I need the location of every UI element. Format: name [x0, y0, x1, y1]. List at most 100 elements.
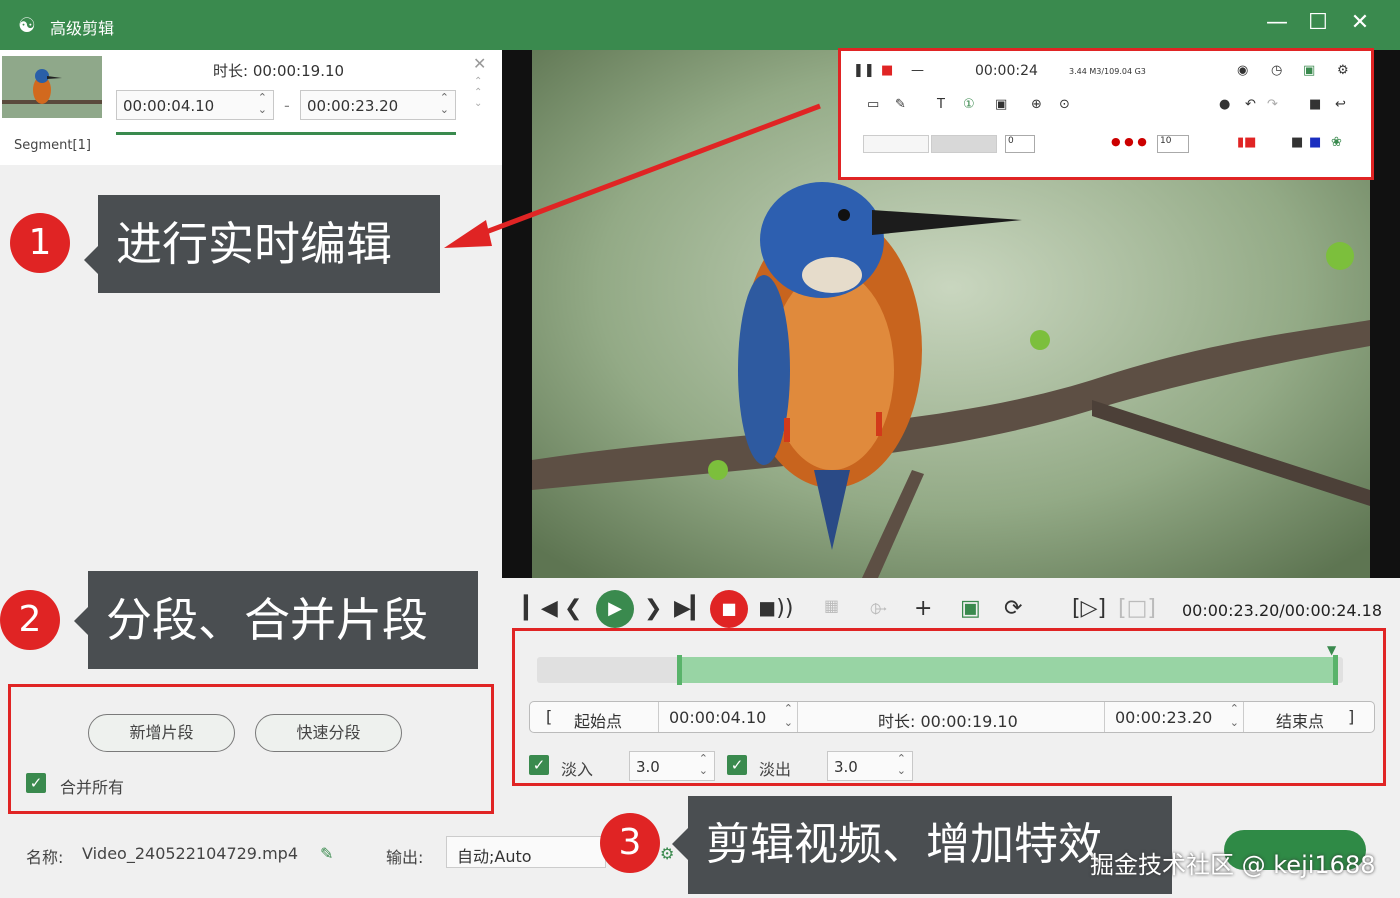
edit-name-icon[interactable]: ✎ [320, 844, 333, 863]
end-time-field[interactable]: 00:00:23.20 ⌃ ⌄ [1104, 702, 1244, 732]
redo-icon[interactable]: ↷ [1267, 97, 1278, 112]
eraser-icon[interactable]: ● [1219, 97, 1230, 112]
stop-button[interactable]: ■ [710, 590, 748, 628]
next-frame-icon[interactable]: ❯ [644, 596, 662, 621]
spinner-arrows-icon[interactable]: ⌃ ⌄ [699, 753, 708, 777]
fade-in-field[interactable]: 3.0 ⌃ ⌄ [629, 751, 715, 781]
fade-out-checkbox[interactable]: ✓ [727, 755, 747, 775]
set-start-button[interactable]: 起始点 [574, 708, 622, 732]
toolbox-icon[interactable]: ▣ [1303, 63, 1315, 78]
new-segment-button[interactable]: 新增片段 [88, 714, 235, 752]
exit-draw-icon[interactable]: ↩ [1335, 97, 1346, 112]
play-selection-icon[interactable]: [▷] [1072, 596, 1106, 621]
previous-frame-icon[interactable]: ❮ [564, 596, 582, 621]
volume-icon[interactable]: ◼)) [758, 596, 793, 621]
edit-toolbar-panel: ❚❚ ■ — 00:00:24 3.44 M3/109.04 G3 ◉ ◷ ▣ … [838, 48, 1374, 180]
clear-icon[interactable]: ■ [1309, 97, 1321, 112]
fade-out-field[interactable]: 3.0 ⌃ ⌄ [827, 751, 913, 781]
trim-range-row: [ 起始点 00:00:04.10 ⌃ ⌄ 时长: 00:00:19.10 00:… [529, 701, 1375, 733]
timeline-track[interactable]: ▼ [537, 643, 1343, 685]
segment-duration: 时长: 00:00:19.10 [213, 62, 345, 80]
output-select[interactable]: 自动;Auto [446, 836, 606, 868]
record-stop-icon[interactable]: ■ [881, 63, 893, 78]
timeline-selection [679, 657, 1335, 683]
spinner-arrows-icon[interactable]: ⌃ ⌄ [897, 753, 906, 777]
playback-time: 00:00:23.20/00:00:24.18 [1182, 601, 1382, 620]
color-black-swatch[interactable]: ■ [1291, 135, 1303, 150]
start-time-field[interactable]: 00:00:04.10 ⌃ ⌄ [658, 702, 798, 732]
camera-icon[interactable]: ◉ [1237, 63, 1248, 78]
color-blue-swatch[interactable]: ■ [1309, 135, 1321, 150]
callout-number-1: 1 [10, 213, 70, 273]
color-dot-icon[interactable]: ● ● ● [1111, 135, 1147, 148]
zoom-tool-icon[interactable]: ⊕ [1031, 97, 1042, 112]
fade-in-label: 淡入 [561, 760, 594, 779]
timeline-duration: 时长: 00:00:19.10 [878, 712, 1018, 731]
pen-tool-icon[interactable]: ✎ [895, 97, 906, 112]
undo-icon[interactable]: ↶ [1245, 97, 1256, 112]
minimize-bar-icon[interactable]: — [911, 63, 924, 78]
playhead-icon[interactable]: ▼ [1327, 643, 1336, 657]
palette-icon[interactable]: ❀ [1331, 135, 1342, 150]
close-button[interactable]: ✕ [1345, 10, 1375, 35]
spinner-arrows-icon[interactable]: ⌃ ⌄ [784, 702, 793, 730]
segment-progress-bar [116, 132, 456, 135]
reset-icon[interactable]: ⟳ [1004, 596, 1022, 621]
clock-icon[interactable]: ◷ [1271, 63, 1282, 78]
fade-in-value: 3.0 [636, 758, 660, 776]
range-separator: - [284, 96, 290, 115]
split-icon[interactable]: ▦ [824, 596, 839, 615]
spinner-arrows-icon[interactable]: ⌃ ⌄ [258, 92, 267, 116]
merge-all-label: 合并所有 [60, 778, 125, 797]
quick-split-button[interactable]: 快速分段 [255, 714, 402, 752]
segment-card[interactable]: Segment[1] 时长: 00:00:19.10 00:00:04.10 ⌃… [0, 50, 502, 165]
copy-icon[interactable]: ▣ [960, 596, 981, 621]
start-bracket-icon: [ [546, 707, 553, 726]
file-name: Video_240522104729.mp4 [82, 844, 298, 863]
selection-frame-icon[interactable]: [□] [1118, 596, 1156, 621]
segment-close-icon[interactable]: ✕ [473, 54, 486, 73]
skip-to-start-icon[interactable]: ▎◀ [524, 596, 558, 621]
minimize-button[interactable]: — [1262, 10, 1292, 35]
number-marker-icon[interactable]: ① [963, 97, 975, 112]
toolbar-time: 00:00:24 [975, 63, 1038, 79]
merge-all-checkbox[interactable]: ✓ [26, 773, 46, 793]
settings-gear-icon[interactable]: ⚙ [1337, 63, 1349, 78]
callout-arrow [444, 103, 821, 248]
callout-number-3: 3 [600, 813, 660, 873]
app-logo-icon: ☯ [18, 13, 36, 37]
start-handle[interactable] [677, 655, 682, 685]
title-bar: ☯ 高级剪辑 — ☐ ✕ [0, 0, 1400, 50]
toolbar-info: 3.44 M3/109.04 G3 [1069, 67, 1146, 76]
callout-text-1: 进行实时编辑 [98, 195, 440, 293]
segment-thumbnail [2, 56, 102, 118]
fade-in-checkbox[interactable]: ✓ [529, 755, 549, 775]
window-title: 高级剪辑 [50, 19, 115, 38]
play-button[interactable]: ▶ [596, 590, 634, 628]
add-icon[interactable]: + [914, 596, 932, 621]
image-tool-icon[interactable]: ▣ [995, 97, 1007, 112]
pause-icon[interactable]: ❚❚ [853, 63, 875, 78]
segment-start-field[interactable]: 00:00:04.10 ⌃ ⌄ [116, 90, 274, 120]
segment-start-value: 00:00:04.10 [123, 97, 215, 115]
line-style-a[interactable] [863, 135, 929, 153]
spinner-arrows-icon[interactable]: ⌃ ⌄ [1230, 702, 1239, 730]
segment-label: Segment[1] [14, 138, 91, 153]
color-red-swatch[interactable]: ▮■ [1237, 135, 1256, 150]
spotlight-tool-icon[interactable]: ⊙ [1059, 97, 1070, 112]
width-field[interactable]: 10 [1157, 135, 1189, 153]
opacity-field[interactable]: 0 [1005, 135, 1035, 153]
maximize-button[interactable]: ☐ [1303, 10, 1333, 35]
output-label: 输出: [386, 848, 424, 867]
rectangle-tool-icon[interactable]: ▭ [867, 97, 879, 112]
end-time-value: 00:00:23.20 [1115, 708, 1213, 727]
line-style-b[interactable] [931, 135, 997, 153]
fade-out-value: 3.0 [834, 758, 858, 776]
watermark: 掘金技术社区 @ keji1688 [1090, 851, 1376, 879]
end-handle[interactable] [1333, 655, 1338, 685]
set-end-button[interactable]: 结束点 [1276, 708, 1324, 732]
callout-pointer [672, 828, 688, 860]
text-tool-icon[interactable]: T [937, 97, 945, 112]
delete-icon[interactable]: ⌱ [870, 596, 887, 621]
skip-to-end-icon[interactable]: ▶▎ [674, 596, 708, 621]
